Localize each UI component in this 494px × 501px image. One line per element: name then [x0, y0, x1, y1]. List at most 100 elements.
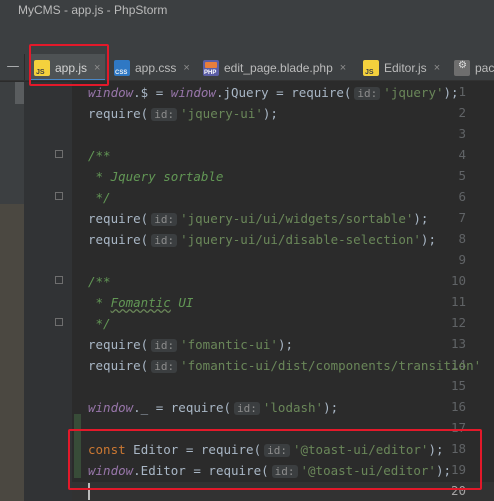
tab-label: edit_page.blade.php [224, 60, 333, 75]
tab-edit-page-blade-php[interactable]: PHP edit_page.blade.php × [203, 54, 353, 80]
tab-label: app.css [135, 60, 177, 75]
code-token: require( [88, 337, 149, 352]
code-token: UI [170, 295, 194, 310]
code-token: * Jquery sortable [88, 169, 224, 184]
code-token: * [88, 295, 111, 310]
code-token: window [170, 85, 216, 100]
code-token: /** [88, 148, 111, 163]
side-panel [0, 204, 24, 501]
code-token: 'jquery-ui/ui/widgets/sortable' [180, 211, 414, 226]
line-number: 17 [450, 420, 466, 435]
code-token: require( [88, 232, 149, 247]
code-line: */ [88, 187, 111, 208]
code-token: .Editor = require( [133, 463, 269, 478]
tab-editor-js[interactable]: JS Editor.js × [363, 54, 443, 80]
line-number: 6 [458, 189, 466, 204]
parameter-hint: id: [151, 234, 178, 247]
tab-label: pack [475, 60, 494, 75]
php-icon-label: PHP [204, 69, 217, 76]
code-line: require(id:'jquery-ui/ui/disable-selecti… [88, 229, 436, 251]
code-line: require(id:'jquery-ui/ui/widgets/sortabl… [88, 208, 428, 230]
close-icon[interactable]: × [94, 62, 100, 74]
code-token: ); [443, 85, 459, 100]
parameter-hint: id: [234, 402, 260, 415]
parameter-hint: id: [151, 108, 178, 121]
code-line: require(id:'fomantic-ui/dist/components/… [88, 355, 481, 377]
js-file-icon: JS [363, 59, 379, 76]
js-icon-label: JS [365, 68, 374, 76]
code-line: window.Editor = require(id: '@toast-ui/ed… [88, 460, 451, 482]
line-number: 9 [458, 252, 466, 267]
code-line: require(id:'jquery-ui'); [88, 103, 278, 125]
code-token: window [88, 400, 134, 415]
js-file-icon: JS [34, 59, 50, 76]
tab-label: Editor.js [384, 60, 427, 75]
code-token: 'jquery-ui/ui/disable-selection' [180, 232, 421, 247]
fold-icon[interactable] [55, 150, 63, 158]
tab-app-js[interactable]: JS app.js × [31, 54, 105, 80]
fold-icon[interactable] [55, 318, 63, 326]
close-icon[interactable]: × [434, 62, 440, 74]
code-token: 'fomantic-ui' [180, 337, 278, 352]
code-token: 'lodash' [262, 400, 324, 415]
code-token: ); [435, 463, 452, 478]
code-token: ); [323, 400, 339, 415]
parameter-hint: id: [151, 213, 178, 226]
code-token: /** [88, 274, 111, 289]
blade-file-icon: PHP [203, 59, 219, 76]
code-token: window [88, 463, 134, 478]
code-line: /** [88, 145, 111, 166]
css-icon-label: CSS [115, 69, 128, 76]
code-line: * Fomantic UI [88, 292, 194, 313]
collapse-panel-button[interactable]: — [3, 54, 23, 80]
tool-window-strip [0, 82, 25, 501]
fold-icon[interactable] [55, 276, 63, 284]
js-icon-label: JS [36, 68, 45, 76]
code-token: '@toast-ui/editor' [300, 463, 436, 478]
css-file-icon: CSS [114, 59, 130, 76]
window-title: MyCMS - app.js - PhpStorm [18, 3, 168, 17]
code-token: ); [262, 106, 278, 121]
code-line: window.$ = window.jQuery = require(id:'j… [88, 82, 459, 104]
current-line-highlight [72, 482, 494, 501]
fold-icon[interactable] [55, 192, 63, 200]
line-number: 3 [458, 126, 466, 141]
code-token: 'jquery-ui' [180, 106, 263, 121]
line-number: 8 [458, 231, 466, 246]
code-line: const Editor = require(id: '@toast-ui/edi… [88, 439, 444, 461]
line-number: 10 [450, 273, 466, 288]
text-caret [88, 483, 90, 500]
code-token: ); [277, 337, 293, 352]
parameter-hint: id: [151, 360, 178, 373]
code-token: .jQuery = require( [215, 85, 352, 100]
line-number: 11 [450, 294, 466, 309]
line-number: 15 [450, 378, 466, 393]
tab-package-json[interactable]: ⚙ pack [454, 54, 494, 80]
tab-app-css[interactable]: CSS app.css × [114, 54, 194, 80]
code-token: ); [428, 442, 444, 457]
line-number: 12 [450, 315, 466, 330]
code-line: require(id:'fomantic-ui'); [88, 334, 293, 356]
editor-tab-bar: — JS app.js × CSS app.css × PHP edit_pag… [0, 54, 494, 81]
close-icon[interactable]: × [340, 62, 346, 74]
code-token: ._ = require( [133, 400, 231, 415]
line-number: 20 [450, 483, 466, 498]
code-token: ); [413, 211, 429, 226]
line-number-gutter [24, 82, 72, 501]
code-editor[interactable]: 1 2 3 4 5 6 7 8 9 10 11 12 13 14 15 16 1… [0, 82, 494, 501]
close-icon[interactable]: × [183, 62, 189, 74]
package-file-icon: ⚙ [454, 59, 470, 76]
code-token: Fomantic [110, 295, 171, 310]
line-number: 7 [458, 210, 466, 225]
code-token: require( [88, 106, 149, 121]
vcs-change-marker[interactable] [74, 414, 81, 478]
code-token: */ [88, 190, 111, 205]
package-icon-glyph: ⚙ [458, 59, 467, 71]
code-line: window._ = require(id:'lodash'); [88, 397, 338, 419]
code-token: '@toast-ui/editor' [292, 442, 429, 457]
code-token: 'fomantic-ui/dist/components/transition' [180, 358, 482, 373]
parameter-hint: id: [354, 87, 381, 100]
parameter-hint: id: [264, 444, 290, 457]
tab-divider [24, 54, 25, 80]
title-bar: MyCMS - app.js - PhpStorm [0, 0, 494, 24]
